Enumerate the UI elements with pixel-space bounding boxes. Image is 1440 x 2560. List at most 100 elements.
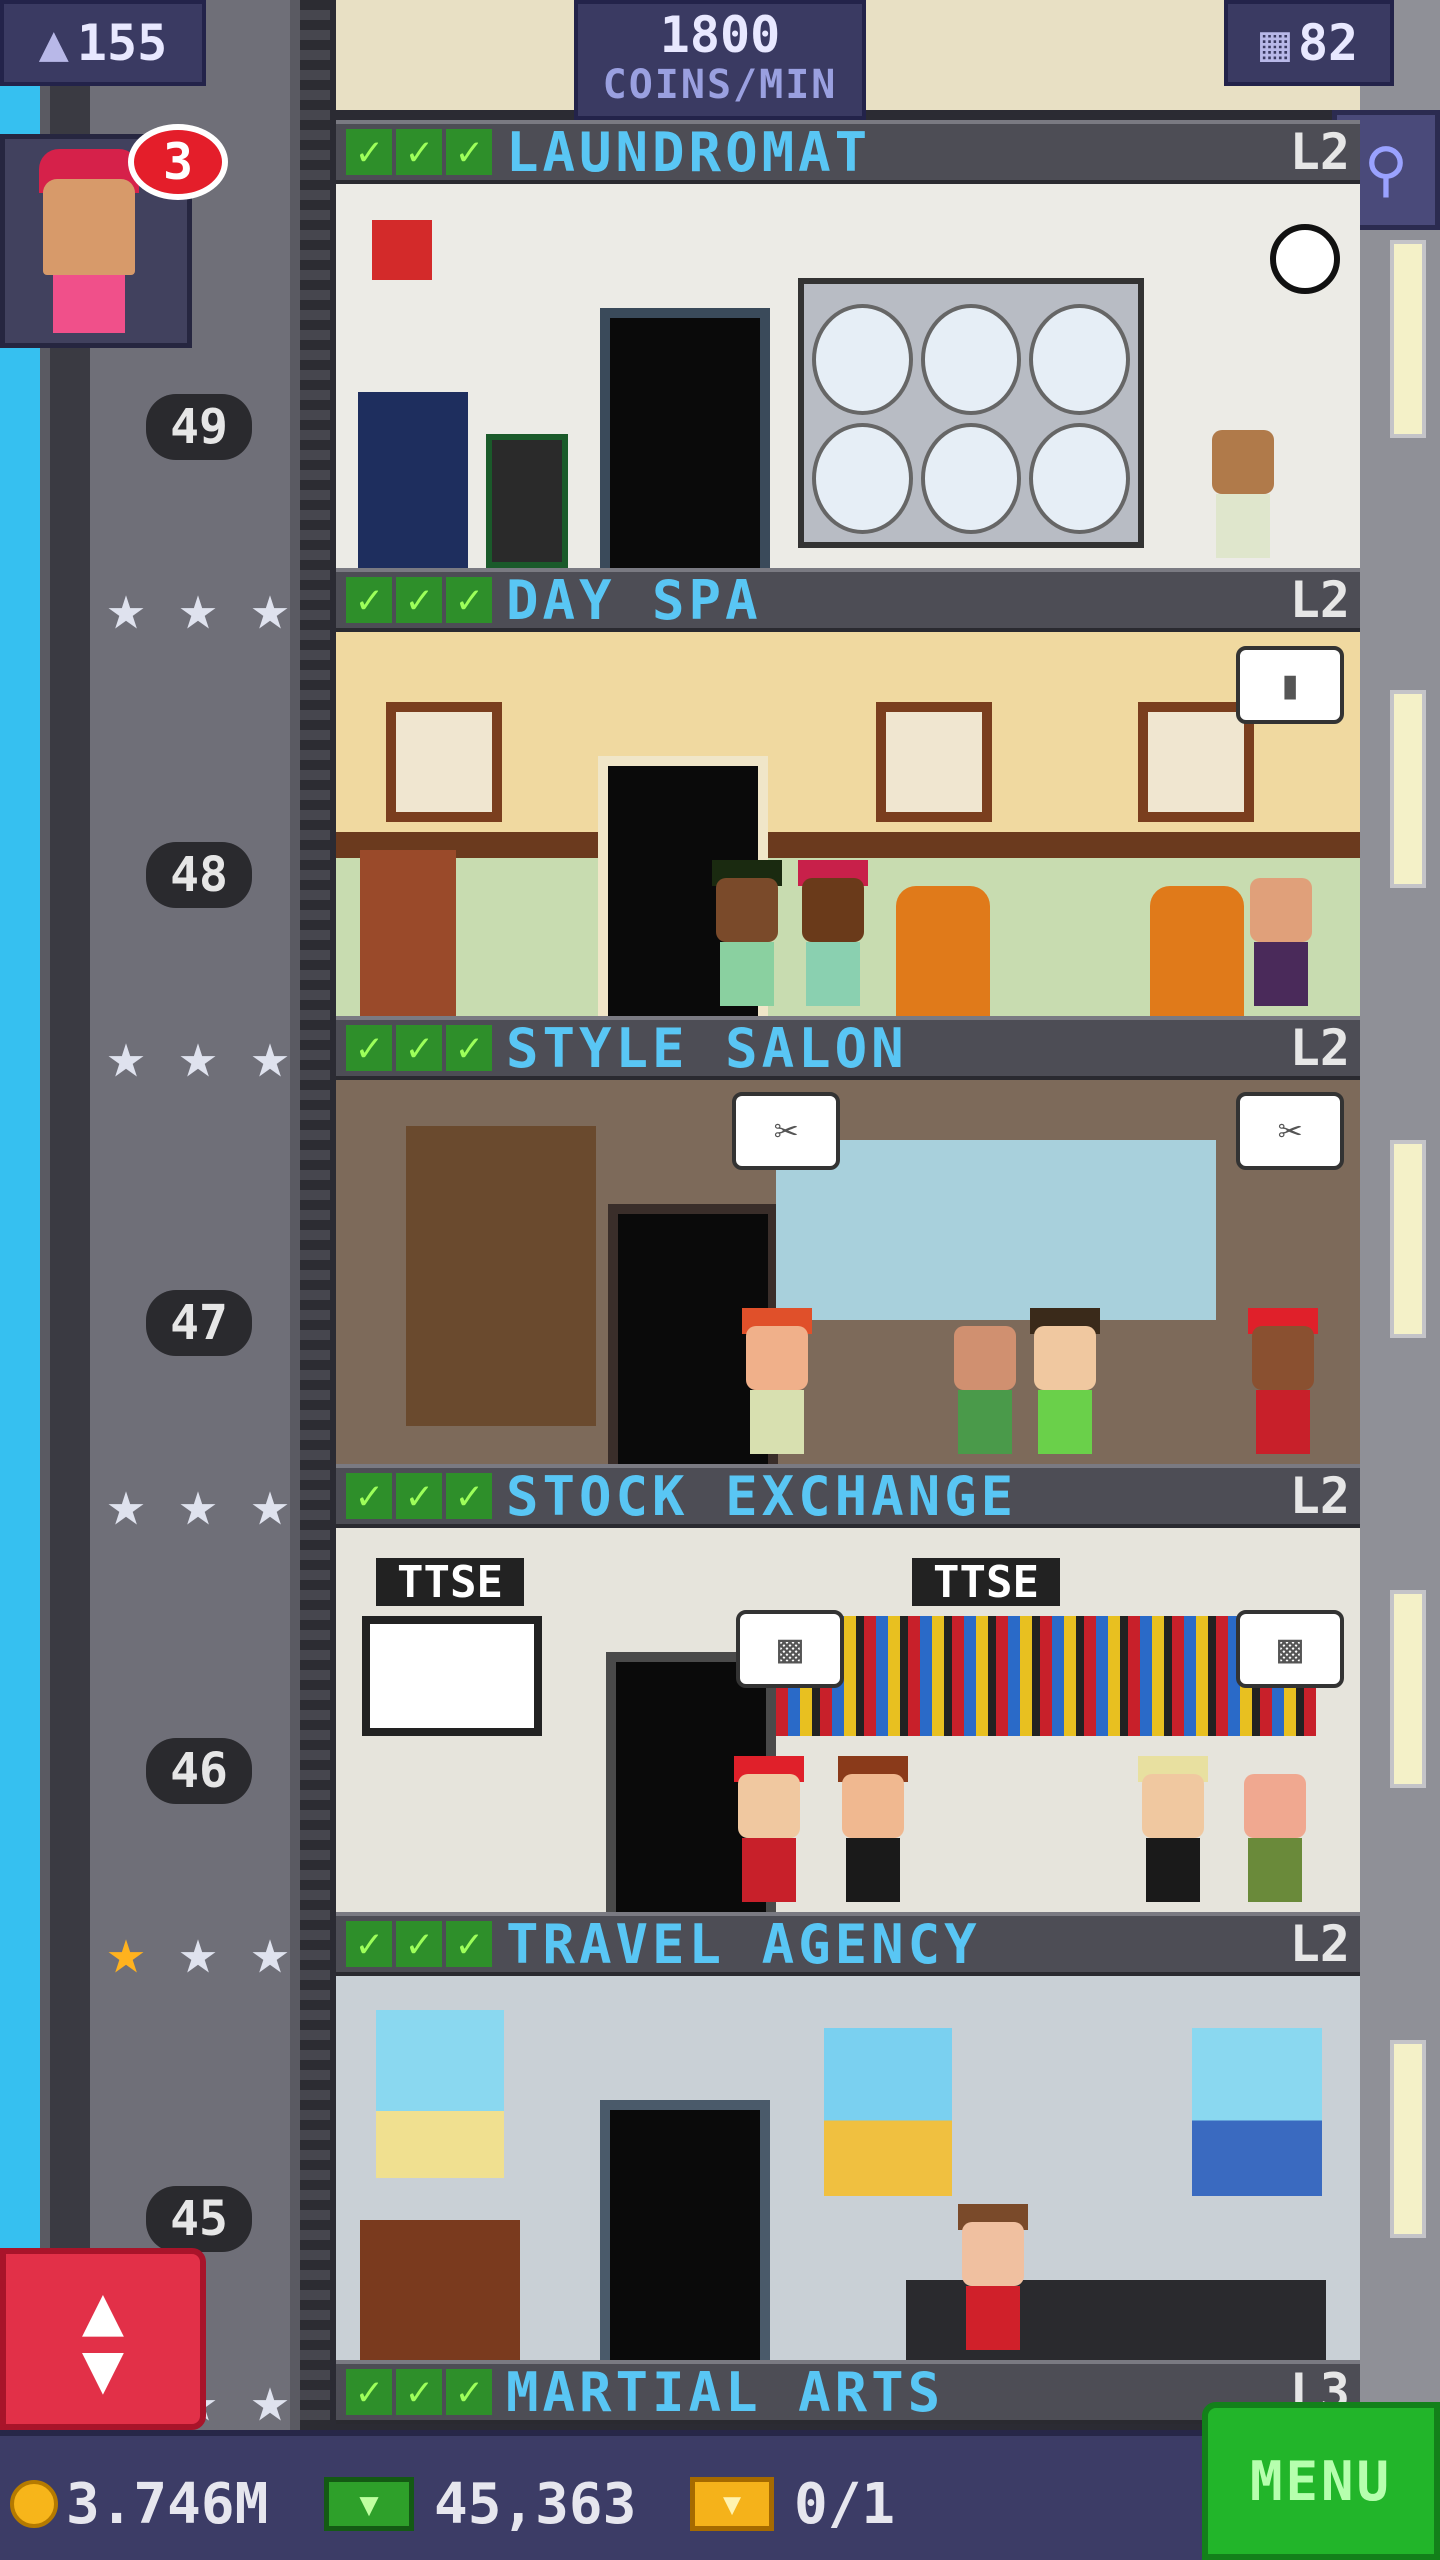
scissors-icon: ✂	[1277, 1108, 1303, 1154]
floor-style-salon[interactable]: ✓ ✓ ✓ STYLE SALON L2 ✂ ✂	[336, 1016, 1360, 1464]
room-style-salon: ✂ ✂	[336, 1080, 1360, 1464]
check-icon: ✓	[346, 577, 392, 623]
floor-travel-agency[interactable]: ✓ ✓ ✓ TRAVEL AGENCY L2	[336, 1912, 1360, 2360]
bridge-poster	[1192, 2028, 1322, 2196]
floor-stars: ★ ★ ★	[94, 1472, 302, 1536]
bitizen[interactable]	[836, 1756, 910, 1906]
coins-display[interactable]: 3.746M	[10, 2471, 269, 2537]
bitizen[interactable]	[732, 1756, 806, 1906]
avatar-body	[53, 275, 125, 333]
bitizen[interactable]	[1238, 1756, 1312, 1906]
star-icon: ★	[178, 1915, 218, 1989]
check-icon: ✓	[396, 129, 442, 175]
star-icon: ★	[250, 1915, 290, 1989]
request-bubble[interactable]: ▩	[1236, 1610, 1344, 1688]
check-icon: ✓	[396, 2369, 442, 2415]
star-icon: ★	[178, 1467, 218, 1541]
room-travel-agency	[336, 1976, 1360, 2360]
floors-pill[interactable]: ▦ 82	[1224, 0, 1394, 86]
room-door	[600, 2100, 770, 2360]
gold-star-icon: ★	[106, 1915, 146, 1989]
bitizen[interactable]	[1246, 1308, 1320, 1458]
salon-mirror	[776, 1140, 1216, 1320]
room-day-spa: ▮	[336, 632, 1360, 1016]
sky	[0, 0, 40, 2430]
avatar-head	[43, 179, 135, 275]
population-pill[interactable]: ▲ 155	[0, 0, 206, 86]
star-icon: ★	[106, 1019, 146, 1093]
coin-rate-pill: 1800 COINS/MIN	[574, 0, 866, 120]
bux-icon: ▼	[324, 2477, 414, 2531]
star-icon: ★	[250, 2363, 290, 2437]
washer-drum	[812, 423, 913, 534]
magnifier-icon: ⚲	[1364, 135, 1408, 205]
check-icon: ✓	[446, 2369, 492, 2415]
check-icon: ✓	[346, 1921, 392, 1967]
bitizen[interactable]	[1244, 860, 1318, 1010]
bitizen[interactable]	[1136, 1756, 1210, 1906]
stock-checks: ✓ ✓ ✓	[346, 577, 492, 623]
clock-icon	[1270, 224, 1340, 294]
nail-polish-icon: ▮	[1277, 662, 1303, 708]
star-icon: ★	[250, 1019, 290, 1093]
star-icon: ★	[178, 1019, 218, 1093]
tickets-display[interactable]: ▼ 0/1	[690, 2472, 895, 2537]
floor-laundromat[interactable]: ✓ ✓ ✓ LAUNDROMAT L2	[336, 120, 1360, 568]
request-bubble[interactable]: ✂	[732, 1092, 840, 1170]
floor-header: ✓ ✓ ✓ LAUNDROMAT L2	[336, 120, 1360, 184]
menu-button[interactable]: MENU	[1202, 2402, 1440, 2560]
population-icon: ▲	[38, 14, 69, 72]
stock-chart-screen	[362, 1616, 542, 1736]
star-icon: ★	[250, 571, 290, 645]
beach-poster	[824, 2028, 952, 2196]
floor-day-spa[interactable]: ✓ ✓ ✓ DAY SPA L2 ▮	[336, 568, 1360, 1016]
request-bubble[interactable]: ▮	[1236, 646, 1344, 724]
check-icon: ✓	[396, 577, 442, 623]
washer-drum	[1029, 304, 1130, 415]
floor-level: L2	[1289, 123, 1350, 181]
bitizen[interactable]	[1206, 412, 1280, 562]
bitizen[interactable]	[796, 860, 870, 1010]
bitizen[interactable]	[1028, 1308, 1102, 1458]
notification-badge: 3	[128, 124, 228, 200]
request-bubble[interactable]: ✂	[1236, 1092, 1344, 1170]
request-bubble[interactable]: ▩	[736, 1610, 844, 1688]
check-icon: ✓	[346, 129, 392, 175]
vending-machine	[358, 392, 468, 568]
bitizen[interactable]	[740, 1308, 814, 1458]
ticket-icon: ▼	[690, 2477, 774, 2531]
washer-drum	[920, 304, 1022, 415]
coins-value: 3.746M	[66, 2471, 269, 2537]
top-bar: ▲ 155 1800 COINS/MIN ▦ 82	[0, 0, 1440, 120]
elevator-floor-number: 46	[146, 1738, 252, 1804]
bitizen[interactable]	[956, 2204, 1030, 2354]
floor-name: TRAVEL AGENCY	[506, 1912, 981, 1976]
bitizen[interactable]	[710, 860, 784, 1010]
check-icon: ✓	[346, 2369, 392, 2415]
stock-checks: ✓ ✓ ✓	[346, 1921, 492, 1967]
coin-rate-value: 1800	[659, 6, 781, 64]
floor-level: L2	[1289, 1915, 1350, 1973]
washer-drum	[1029, 423, 1130, 534]
star-icon: ★	[106, 571, 146, 645]
brochure-shelf	[360, 2220, 520, 2360]
floor-name: STYLE SALON	[506, 1016, 908, 1080]
check-icon: ✓	[446, 1025, 492, 1071]
elevator-floor-number: 48	[146, 842, 252, 908]
stock-checks: ✓ ✓ ✓	[346, 129, 492, 175]
building-icon: ▦	[1259, 14, 1290, 72]
bux-value: 45,363	[434, 2471, 637, 2537]
floor-header: ✓ ✓ ✓ STYLE SALON L2	[336, 1016, 1360, 1080]
floor-level: L2	[1289, 571, 1350, 629]
floor-header: ✓ ✓ ✓ STOCK EXCHANGE L2	[336, 1464, 1360, 1528]
elevator-track	[300, 0, 330, 2430]
floor-count: 82	[1297, 14, 1359, 72]
elevator-button[interactable]: ▲ ▼	[0, 2248, 206, 2430]
spa-chair	[1150, 886, 1244, 1016]
wall-window	[1390, 690, 1426, 888]
bitizen[interactable]	[948, 1308, 1022, 1458]
exchange-sign: TTSE	[376, 1557, 524, 1608]
bux-display[interactable]: ▼ 45,363	[324, 2471, 637, 2537]
elevator-rail	[50, 0, 90, 2430]
floor-stock-exchange[interactable]: ✓ ✓ ✓ STOCK EXCHANGE L2 TTSE TTSE ▩ ▩	[336, 1464, 1360, 1912]
